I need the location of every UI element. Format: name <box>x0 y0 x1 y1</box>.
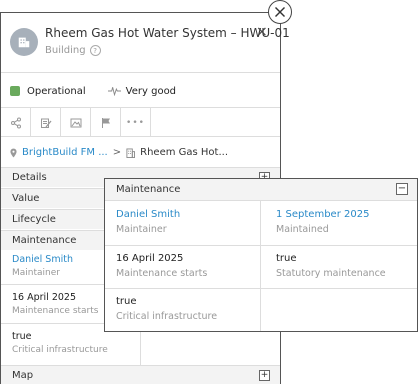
maintenance-popout-title: Maintenance <box>116 184 181 195</box>
popout-maintained-value[interactable]: 1 September 2025 <box>276 209 369 220</box>
popout-maintainer-label: Maintainer <box>116 224 167 235</box>
popout-field-statutory: true Statutory maintenance <box>265 253 386 279</box>
breadcrumb-link-site[interactable]: BrightBuild FM ... <box>22 147 108 158</box>
page-title: Rheem Gas Hot Water System – HWU-01 <box>45 26 290 40</box>
status-bar: Operational Very good <box>1 79 280 103</box>
popout-maintenance-starts-value: 16 April 2025 <box>116 253 184 264</box>
maintainer-value[interactable]: Daniel Smith <box>12 254 73 265</box>
asset-type-label: Building <box>45 45 86 56</box>
status-indicator-icon <box>10 86 20 96</box>
share-icon[interactable] <box>1 108 31 137</box>
section-lifecycle-label: Lifecycle <box>12 214 56 225</box>
popout-field-critical: true Critical infrastructure <box>105 296 217 322</box>
divider <box>105 288 417 289</box>
maintenance-popout: Maintenance − Daniel Smith Maintainer 1 … <box>104 178 418 332</box>
close-icon <box>275 7 285 17</box>
maintenance-popout-header: Maintenance − <box>105 179 417 201</box>
close-panel-button[interactable] <box>268 0 292 24</box>
popout-maintainer-value[interactable]: Daniel Smith <box>116 209 180 220</box>
popout-statutory-value: true <box>276 253 297 264</box>
field-maintenance-starts: 16 April 2025 Maintenance starts <box>1 292 98 316</box>
critical-infrastructure-value: true <box>12 331 32 342</box>
condition-status: Very good <box>107 85 177 97</box>
section-map-label: Map <box>12 369 34 381</box>
popout-field-maintenance-starts: 16 April 2025 Maintenance starts <box>105 253 207 279</box>
location-pin-icon <box>10 148 17 157</box>
pulse-icon <box>107 87 121 96</box>
panel-header: Rheem Gas Hot Water System – HWU-01 Buil… <box>1 13 290 72</box>
collapse-icon[interactable]: − <box>396 183 408 195</box>
popout-field-maintained: 1 September 2025 Maintained <box>265 209 369 235</box>
section-details-label: Details <box>12 172 47 183</box>
popout-maintenance-starts-label: Maintenance starts <box>116 268 208 279</box>
more-icon[interactable]: ••• <box>121 108 151 137</box>
popout-critical-label: Critical infrastructure <box>116 311 218 322</box>
column-divider <box>260 201 261 331</box>
building-icon <box>126 148 136 158</box>
condition-label: Very good <box>125 85 177 97</box>
section-maintenance-label: Maintenance <box>12 235 77 246</box>
expand-icon[interactable]: + <box>259 370 270 381</box>
divider <box>105 245 417 246</box>
popout-critical-value: true <box>116 296 137 307</box>
status-operational: Operational <box>27 85 86 97</box>
field-maintainer: Daniel Smith Maintainer <box>1 254 73 278</box>
edit-icon[interactable] <box>31 108 61 137</box>
maintainer-label: Maintainer <box>12 268 60 278</box>
close-button[interactable]: × <box>256 24 268 40</box>
flag-icon[interactable] <box>91 108 121 137</box>
popout-statutory-label: Statutory maintenance <box>276 268 386 279</box>
breadcrumb: BrightBuild FM ... > Rheem Gas Hot... <box>10 147 228 158</box>
breadcrumb-current: Rheem Gas Hot... <box>140 147 228 158</box>
action-toolbar: ••• <box>1 107 280 137</box>
image-icon[interactable] <box>61 108 91 137</box>
section-value-label: Value <box>12 193 40 204</box>
maintenance-starts-label: Maintenance starts <box>12 306 99 316</box>
popout-field-maintainer: Daniel Smith Maintainer <box>105 209 180 235</box>
divider <box>1 72 280 73</box>
building-icon <box>10 28 38 56</box>
help-icon[interactable]: ? <box>89 45 101 56</box>
field-critical-infrastructure: true Critical infrastructure <box>1 331 108 355</box>
asset-type: Building ? <box>45 45 101 56</box>
section-map[interactable]: Map + <box>1 365 280 384</box>
critical-infrastructure-label: Critical infrastructure <box>12 345 108 355</box>
popout-maintained-label: Maintained <box>276 224 329 235</box>
maintenance-starts-value: 16 April 2025 <box>12 292 77 303</box>
breadcrumb-separator: > <box>112 147 122 158</box>
